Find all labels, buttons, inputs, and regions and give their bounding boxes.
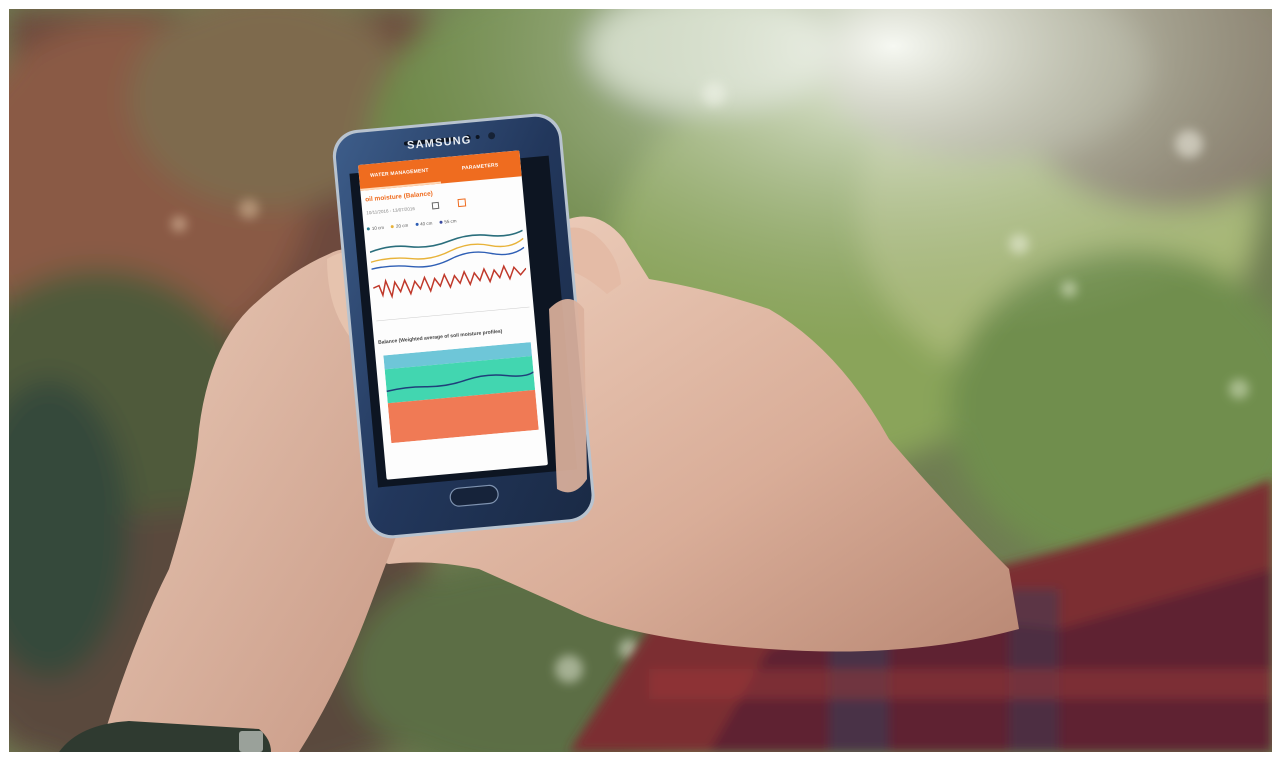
balance-card-title: Balance (Weighted average of soil moistu… — [377, 328, 503, 346]
photo-scene: SAMSUNG WATER MANAGEMENT PARAMETERS oil … — [9, 9, 1272, 752]
date-range[interactable]: 10/11/2016 - 13/07/2016 — [366, 206, 415, 215]
series-line — [371, 246, 525, 270]
calendar-icon[interactable] — [431, 201, 440, 210]
legend-dot — [415, 223, 419, 227]
legend-dot — [439, 220, 443, 225]
legend-item[interactable]: 20 cm — [390, 222, 409, 230]
balance-chart — [383, 342, 539, 444]
soil-moisture-chart — [369, 229, 530, 322]
series-line — [372, 264, 527, 300]
legend-label: 20 cm — [395, 222, 409, 229]
soil-moisture-card-title: oil moisture (Balance) — [364, 190, 434, 204]
x-axis — [376, 306, 530, 322]
legend-item[interactable]: 10 cm — [366, 224, 385, 232]
legend-item[interactable]: 40 cm — [415, 221, 433, 228]
legend-label: 40 cm — [419, 220, 433, 227]
background-photo — [9, 9, 1272, 752]
legend-label: 55 cm — [444, 218, 457, 225]
legend-dot — [390, 225, 395, 229]
phone-screen: WATER MANAGEMENT PARAMETERS oil moisture… — [358, 150, 548, 480]
legend-label: 10 cm — [371, 224, 385, 231]
edit-icon[interactable] — [457, 198, 467, 208]
legend-dot — [366, 227, 370, 231]
legend-item[interactable]: 55 cm — [439, 218, 457, 225]
series-line — [369, 229, 523, 254]
